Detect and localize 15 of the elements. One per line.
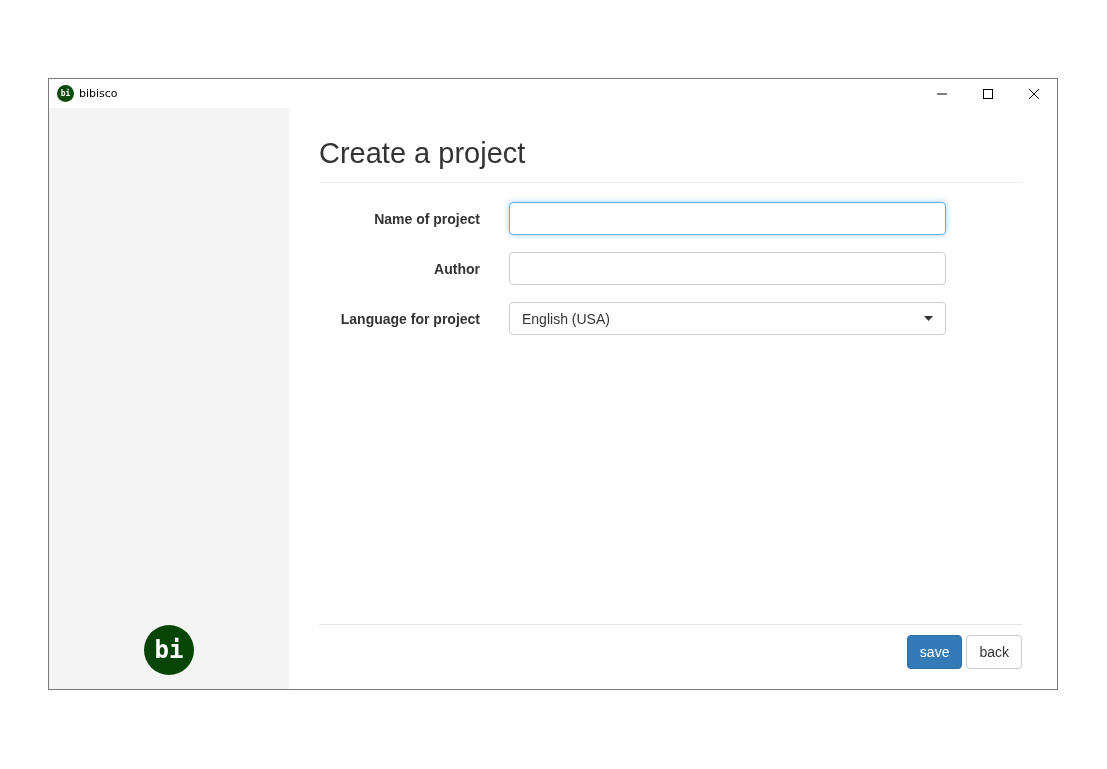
field-label: Name of project <box>373 210 480 227</box>
text-input-field[interactable] <box>509 252 946 285</box>
app-logo-icon: bi <box>57 85 74 102</box>
page-heading: Create a project <box>319 137 1022 183</box>
app-logo-icon: bi <box>144 625 194 675</box>
maximize-icon[interactable] <box>983 88 993 99</box>
back-button[interactable]: back <box>966 635 1022 669</box>
field-label: Author <box>433 260 480 277</box>
language-dropdown[interactable]: English (USA) <box>509 302 946 335</box>
window-title: bibisco <box>79 87 118 100</box>
text-input-field[interactable] <box>509 202 946 235</box>
save-button[interactable]: save <box>906 635 963 669</box>
caret-icon <box>924 316 933 321</box>
close-icon[interactable] <box>1029 88 1039 99</box>
field-label: Language for project <box>339 310 480 327</box>
